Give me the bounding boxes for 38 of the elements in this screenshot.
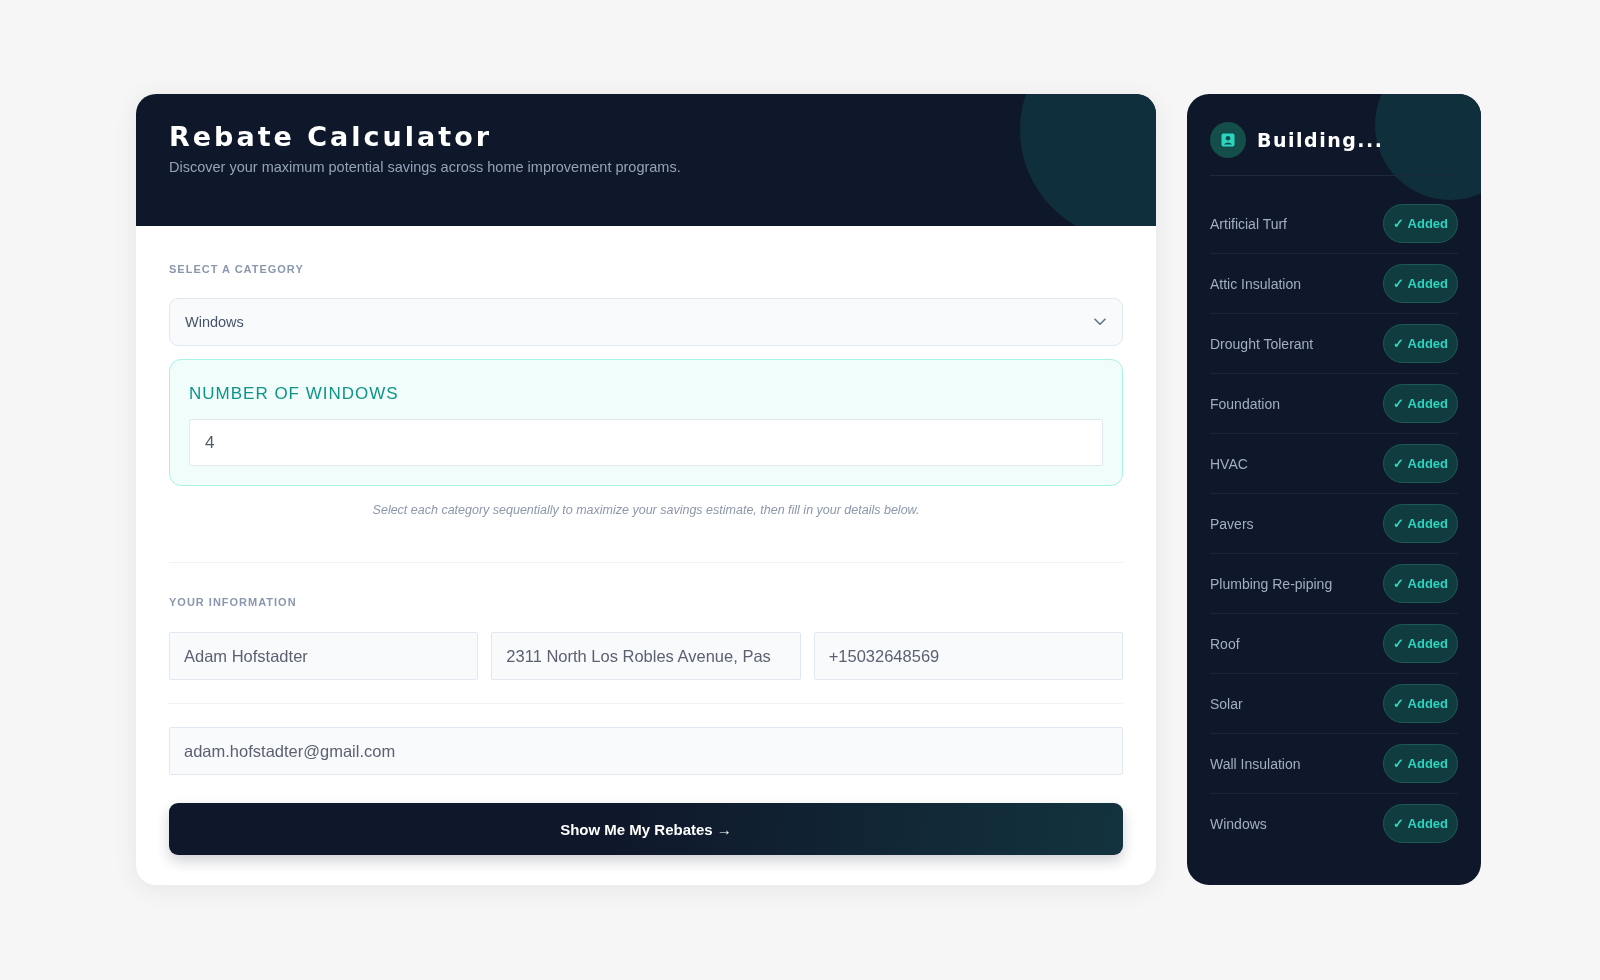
section-label: SELECT A CATEGORY <box>169 262 304 276</box>
status-badge: ✓ Added <box>1383 324 1458 363</box>
status-badge: ✓ Added <box>1383 264 1458 303</box>
input-field[interactable]: 2311 North Los Robles Avenue, Pas <box>491 632 801 680</box>
status-badge: ✓ Added <box>1383 204 1458 243</box>
section-label: YOUR INFORMATION <box>169 595 297 609</box>
hint-text: Select each category sequentially to maximize your savings estimate, then fill in your details below. <box>372 502 920 518</box>
category-label: Plumbing Re-piping <box>1210 575 1333 592</box>
page-title: Rebate Calculator <box>169 120 493 154</box>
quantity-label: NUMBER OF WINDOWS <box>189 383 399 405</box>
panel-title: Building... <box>1257 129 1384 151</box>
status-badge: ✓ Added <box>1383 444 1458 483</box>
category-label: Drought Tolerant <box>1210 335 1314 352</box>
category-dropdown[interactable]: Windows <box>169 298 1123 346</box>
page-subtitle: Discover your maximum potential savings across home improvement programs. <box>169 158 681 176</box>
quantity-field[interactable]: 4 <box>189 419 1103 466</box>
status-badge: ✓ Added <box>1383 684 1458 723</box>
chevron-down-icon <box>1094 318 1106 326</box>
person-badge-icon <box>1210 122 1246 158</box>
category-label: Attic Insulation <box>1210 275 1302 292</box>
category-label: Artificial Turf <box>1210 215 1287 232</box>
input-field[interactable]: adam.hofstadter@gmail.com <box>169 727 1123 775</box>
category-label: Foundation <box>1210 395 1281 412</box>
category-label: Windows <box>1210 815 1267 832</box>
input-field[interactable]: Adam Hofstadter <box>169 632 479 680</box>
status-badge: ✓ Added <box>1383 624 1458 663</box>
category-label: HVAC <box>1210 455 1248 472</box>
status-badge: ✓ Added <box>1383 804 1458 843</box>
status-badge: ✓ Added <box>1383 384 1458 423</box>
status-badge: ✓ Added <box>1383 744 1458 783</box>
category-label: Pavers <box>1210 515 1254 532</box>
status-badge: ✓ Added <box>1383 504 1458 543</box>
input-field[interactable]: +15032648569 <box>813 632 1123 680</box>
submit-button[interactable]: Show Me My Rebates → <box>169 803 1123 855</box>
status-badge: ✓ Added <box>1383 564 1458 603</box>
category-label: Wall Insulation <box>1210 755 1301 772</box>
category-label: Solar <box>1210 695 1243 712</box>
category-label: Roof <box>1210 635 1240 652</box>
